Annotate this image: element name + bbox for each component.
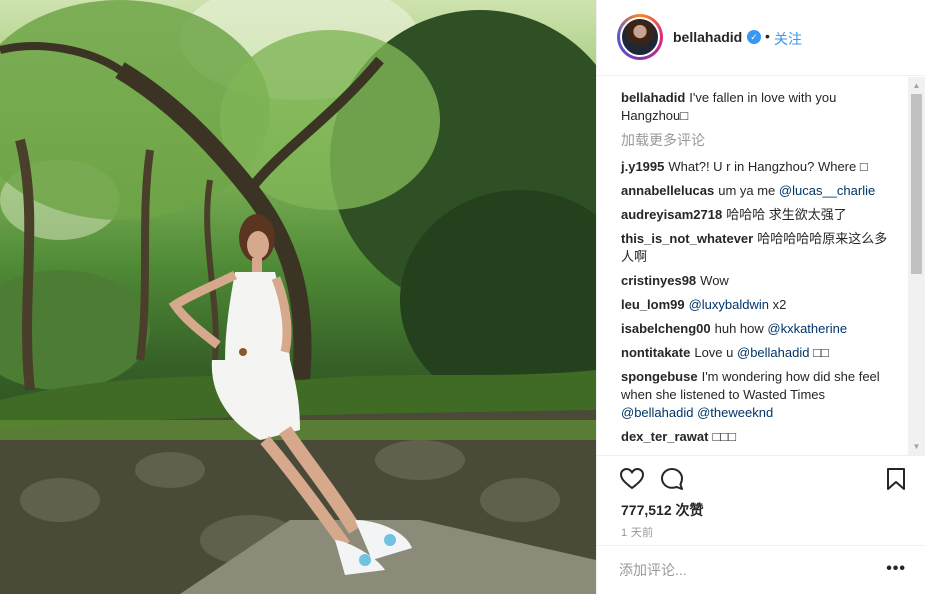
comment-input[interactable] bbox=[619, 558, 869, 582]
comment-text: Wow bbox=[700, 273, 729, 288]
comment-username[interactable]: nontitakate bbox=[621, 345, 690, 360]
caption-username[interactable]: bellahadid bbox=[621, 90, 685, 105]
photo-illustration bbox=[0, 0, 596, 594]
post-header: bellahadid ✓ • 关注 bbox=[597, 0, 925, 76]
list-item: cristinyes98 Wow bbox=[621, 272, 891, 290]
post-side-panel: bellahadid ✓ • 关注 bellahadid I've fallen … bbox=[596, 0, 925, 594]
likes-count[interactable]: 777,512 次赞 bbox=[621, 500, 704, 520]
comment-username[interactable]: cristinyes98 bbox=[621, 273, 696, 288]
scroll-up-arrow-icon[interactable]: ▲ bbox=[908, 77, 925, 94]
comment-text: huh how bbox=[714, 321, 768, 336]
verified-badge-icon: ✓ bbox=[747, 30, 761, 44]
header-username[interactable]: bellahadid bbox=[673, 29, 742, 45]
comment-username[interactable]: leu_lom99 bbox=[621, 297, 685, 312]
load-more-comments-button[interactable]: 加载更多评论 bbox=[621, 131, 891, 149]
comment-list: bellahadid I've fallen in love with you H… bbox=[621, 89, 891, 452]
header-separator: • bbox=[765, 28, 770, 44]
comment-text: What?! U r in Hangzhou? Where □ bbox=[668, 159, 868, 174]
comments-scrollbar[interactable]: ▲ ▼ bbox=[908, 77, 925, 455]
comment-text: 哈哈哈 求生欲太强了 bbox=[726, 207, 847, 222]
list-item: annabellelucas um ya me @lucas__charlie bbox=[621, 182, 891, 200]
list-item: spongebuse I'm wondering how did she feel… bbox=[621, 368, 891, 422]
list-item: isabelcheng00 huh how @kxkatherine bbox=[621, 320, 891, 338]
comment-username[interactable]: dex_ter_rawat bbox=[621, 429, 708, 444]
list-item: leu_lom99 @luxybaldwin x2 bbox=[621, 296, 891, 314]
comment-username[interactable]: j.y1995 bbox=[621, 159, 664, 174]
comment-username[interactable]: this_is_not_whatever bbox=[621, 231, 753, 246]
caption: bellahadid I've fallen in love with you H… bbox=[621, 89, 891, 125]
comment-mention-link[interactable]: @bellahadid bbox=[621, 405, 693, 420]
comment-text-after: □□ bbox=[809, 345, 829, 360]
avatar-image bbox=[620, 17, 660, 57]
comment-text: um ya me bbox=[718, 183, 779, 198]
comment-mention-link[interactable]: @theweeknd bbox=[697, 405, 773, 420]
follow-button[interactable]: 关注 bbox=[774, 29, 802, 49]
avatar[interactable] bbox=[617, 14, 663, 60]
comment-mention-link[interactable]: @bellahadid bbox=[737, 345, 809, 360]
comment-mention-link[interactable]: @lucas__charlie bbox=[779, 183, 875, 198]
comment-mention-link[interactable]: @luxybaldwin bbox=[689, 297, 769, 312]
post-actions: 777,512 次赞 1 天前 bbox=[597, 455, 925, 555]
comment-username[interactable]: spongebuse bbox=[621, 369, 698, 384]
add-comment-bar: ••• bbox=[597, 545, 925, 594]
list-item: audreyisam2718 哈哈哈 求生欲太强了 bbox=[621, 206, 891, 224]
bookmark-icon[interactable] bbox=[883, 466, 909, 492]
list-item: nontitakate Love u @bellahadid □□ bbox=[621, 344, 891, 362]
comment-text: □□□ bbox=[712, 429, 737, 444]
comment-text-after: x2 bbox=[769, 297, 787, 312]
post-photo[interactable] bbox=[0, 0, 596, 594]
list-item: this_is_not_whatever 哈哈哈哈哈原来这么多人啊 bbox=[621, 230, 891, 266]
list-item: dex_ter_rawat □□□ bbox=[621, 428, 891, 446]
more-options-icon[interactable]: ••• bbox=[886, 560, 906, 578]
comment-bubble-icon[interactable] bbox=[659, 466, 685, 492]
scrollbar-thumb[interactable] bbox=[911, 94, 922, 274]
heart-icon[interactable] bbox=[619, 466, 645, 492]
scroll-down-arrow-icon[interactable]: ▼ bbox=[908, 438, 925, 455]
list-item: j.y1995 What?! U r in Hangzhou? Where □ bbox=[621, 158, 891, 176]
post-timestamp: 1 天前 bbox=[621, 527, 654, 539]
comment-username[interactable]: audreyisam2718 bbox=[621, 207, 722, 222]
comments-section: bellahadid I've fallen in love with you H… bbox=[597, 77, 925, 455]
comment-text: Love u bbox=[694, 345, 737, 360]
comment-mention-link[interactable]: @kxkatherine bbox=[767, 321, 847, 336]
comment-username[interactable]: isabelcheng00 bbox=[621, 321, 711, 336]
comment-username[interactable]: annabellelucas bbox=[621, 183, 714, 198]
